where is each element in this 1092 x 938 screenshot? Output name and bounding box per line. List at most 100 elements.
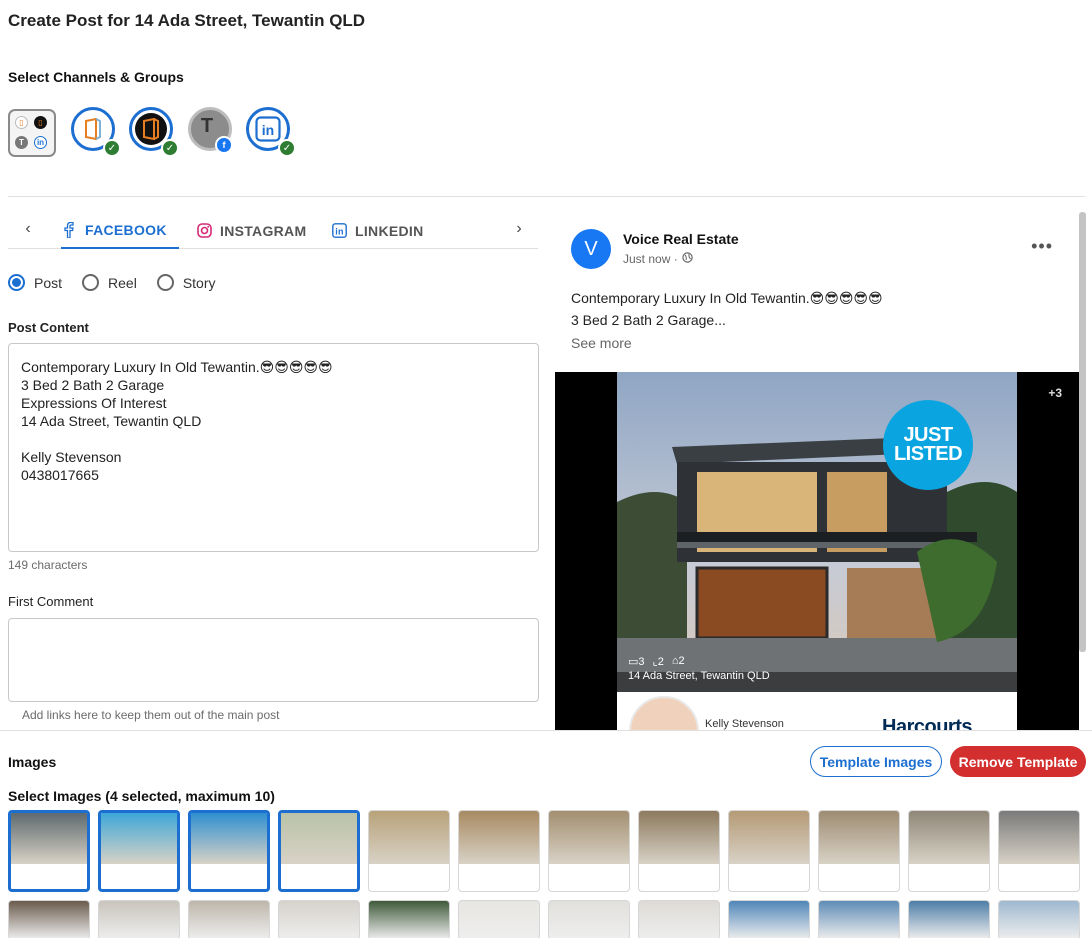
- channel-group-all[interactable]: ▯ ▯ T in: [8, 109, 56, 157]
- template-images-button[interactable]: Template Images: [810, 746, 942, 777]
- linkedin-icon: in: [252, 113, 284, 145]
- channel-voice-dark[interactable]: ✓: [129, 107, 179, 157]
- thumbnail-image: [999, 811, 1079, 864]
- post-content-textarea[interactable]: Contemporary Luxury In Old Tewantin.😎😎😎😎…: [8, 343, 539, 552]
- remove-template-button[interactable]: Remove Template: [950, 746, 1086, 777]
- thumbnail-image: [729, 811, 809, 864]
- agent-name: Kelly Stevenson: [705, 718, 784, 730]
- channel-list: ▯ ▯ T in ✓ ✓ T f in ✓: [8, 107, 308, 159]
- svg-text:in: in: [262, 122, 274, 138]
- thumbnail-image: [369, 811, 449, 864]
- image-thumbnail[interactable]: [8, 900, 90, 938]
- channel-t-facebook[interactable]: T f: [188, 107, 233, 154]
- image-thumbnail[interactable]: [98, 900, 180, 938]
- preview-media[interactable]: +3 JUST LISTED ▭3 ⌞2 ⌂2 14 Ada Street, T…: [555, 372, 1079, 730]
- first-comment-textarea[interactable]: [8, 618, 539, 702]
- image-thumbnail[interactable]: [638, 810, 720, 892]
- thumbnail-image: [909, 811, 989, 864]
- radio-dot: [156, 274, 174, 291]
- brand-logo-icon: ▯: [34, 116, 47, 129]
- post-type-group: Post Reel Story: [8, 274, 236, 291]
- tab-linkedin[interactable]: in LINKEDIN: [331, 212, 424, 249]
- listing-photo: JUST LISTED ▭3 ⌞2 ⌂2 14 Ada Street, Tewan…: [617, 372, 1017, 692]
- preview-text: Contemporary Luxury In Old Tewantin.😎😎😎😎…: [571, 287, 883, 331]
- facebook-icon: [61, 221, 77, 238]
- channel-linkedin[interactable]: in ✓: [246, 107, 296, 157]
- image-thumbnail[interactable]: [188, 900, 270, 938]
- chevron-left-icon[interactable]: ‹: [18, 220, 38, 238]
- character-count: 149 characters: [8, 558, 88, 572]
- globe-icon: [681, 252, 693, 266]
- facebook-preview: V Voice Real Estate Just now · ••• Conte…: [555, 212, 1079, 730]
- channels-label: Select Channels & Groups: [8, 69, 184, 85]
- image-thumbnail[interactable]: [818, 900, 900, 938]
- thumbnail-image: [639, 811, 719, 864]
- brand-logo-icon: ▯: [15, 116, 28, 129]
- divider: [8, 196, 1085, 197]
- image-thumbnail[interactable]: [998, 900, 1080, 938]
- thumbnail-image: [11, 813, 87, 864]
- t-avatar-icon: T: [15, 136, 28, 149]
- check-icon: ✓: [103, 139, 121, 157]
- brand-logo-icon: [135, 113, 167, 145]
- agent-strip: Kelly Stevenson Harcourts: [617, 692, 1017, 730]
- radio-reel[interactable]: Reel: [82, 274, 137, 291]
- tab-label: INSTAGRAM: [220, 222, 307, 239]
- car-value: 2: [678, 655, 685, 667]
- chevron-right-icon[interactable]: ›: [509, 220, 529, 238]
- see-more-link[interactable]: See more: [571, 335, 632, 351]
- thumbnail-image: [101, 813, 177, 864]
- thumbnail-image: [281, 813, 357, 864]
- image-thumbnail[interactable]: [908, 810, 990, 892]
- image-thumbnail[interactable]: [638, 900, 720, 938]
- image-thumbnail[interactable]: [998, 810, 1080, 892]
- radio-dot: [8, 274, 25, 291]
- image-thumbnail[interactable]: [278, 810, 360, 892]
- post-content-text: Contemporary Luxury In Old Tewantin.😎😎😎😎…: [21, 359, 333, 483]
- radio-story[interactable]: Story: [156, 274, 216, 291]
- tab-label: FACEBOOK: [85, 221, 167, 238]
- tab-facebook[interactable]: FACEBOOK: [61, 212, 179, 249]
- image-thumbnail[interactable]: [458, 900, 540, 938]
- image-thumbnail[interactable]: [548, 900, 630, 938]
- radio-post[interactable]: Post: [8, 274, 62, 291]
- bath-count: ⌞2: [653, 655, 664, 668]
- image-thumbnail[interactable]: [98, 810, 180, 892]
- badge-line-2: LISTED: [893, 443, 963, 465]
- image-thumbnail[interactable]: [548, 810, 630, 892]
- divider: [0, 730, 1092, 731]
- more-options-icon[interactable]: •••: [1031, 236, 1053, 257]
- first-comment-helper: Add links here to keep them out of the m…: [22, 708, 280, 722]
- property-features: ▭3 ⌞2 ⌂2: [628, 655, 685, 668]
- check-icon: ✓: [161, 139, 179, 157]
- preview-scrollbar[interactable]: [1079, 212, 1086, 652]
- bed-count: ▭3: [628, 655, 645, 668]
- instagram-icon: [196, 223, 212, 239]
- first-comment-label: First Comment: [8, 594, 94, 609]
- image-thumbnail[interactable]: [368, 810, 450, 892]
- thumbnail-image: [459, 811, 539, 864]
- image-thumbnail[interactable]: [908, 900, 990, 938]
- preview-line-2: 3 Bed 2 Bath 2 Garage...: [571, 312, 726, 328]
- image-thumbnail[interactable]: [728, 810, 810, 892]
- image-thumbnail[interactable]: [818, 810, 900, 892]
- bed-icon: ▭: [628, 656, 639, 668]
- image-thumbnail[interactable]: [188, 810, 270, 892]
- bath-value: 2: [657, 656, 664, 668]
- image-thumbnail[interactable]: [368, 900, 450, 938]
- page-title: Create Post for 14 Ada Street, Tewantin …: [8, 11, 366, 30]
- agent-photo: [629, 696, 699, 730]
- preview-line-1: Contemporary Luxury In Old Tewantin.😎😎😎😎…: [571, 290, 883, 306]
- tab-instagram[interactable]: INSTAGRAM: [196, 212, 306, 249]
- check-icon: ✓: [278, 139, 296, 157]
- image-thumbnail[interactable]: [458, 810, 540, 892]
- first-comment-text: [9, 619, 538, 647]
- radio-label: Post: [34, 274, 63, 291]
- image-thumbnail[interactable]: [728, 900, 810, 938]
- image-thumbnail[interactable]: [8, 810, 90, 892]
- channel-voice-light[interactable]: ✓: [71, 107, 121, 157]
- brand-logo-icon: [77, 113, 109, 145]
- image-thumbnail[interactable]: [278, 900, 360, 938]
- linkedin-icon: in: [34, 136, 47, 149]
- bed-value: 3: [638, 656, 645, 668]
